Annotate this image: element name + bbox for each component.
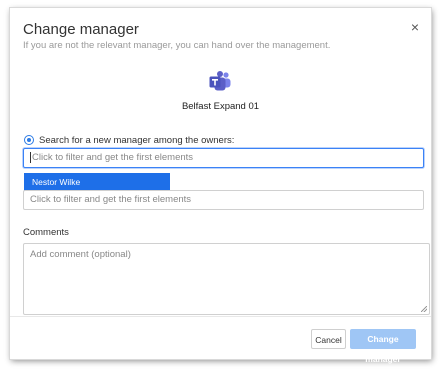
second-search-input[interactable]: Click to filter and get the first elemen… [23, 190, 424, 210]
search-owners-radio[interactable] [24, 135, 34, 145]
dialog-subtitle: If you are not the relevant manager, you… [23, 40, 331, 51]
change-manager-dialog: Change manager If you are not the releva… [10, 8, 431, 364]
dialog-title: Change manager [23, 21, 139, 38]
window-frame: Change manager If you are not the releva… [0, 0, 440, 369]
dropdown-option-nestor-wilke[interactable]: Nestor Wilke (NestorW@myidecsi.com) [24, 173, 170, 205]
owner-search-input[interactable]: Click to filter and get the first elemen… [23, 148, 424, 168]
comments-placeholder: Add comment (optional) [30, 249, 131, 260]
team-name: Belfast Expand 01 [181, 101, 260, 112]
owner-search-placeholder: Click to filter and get the first elemen… [32, 152, 194, 163]
comments-textarea[interactable]: Add comment (optional) [23, 243, 430, 315]
second-search-placeholder: Click to filter and get the first elemen… [30, 194, 192, 205]
close-icon[interactable]: × [411, 20, 419, 34]
microsoft-teams-icon [209, 71, 231, 91]
change-manager-button[interactable]: Change manager [350, 329, 416, 364]
text-caret [30, 151, 31, 163]
search-owners-label: Search for a new manager among the owner… [39, 135, 235, 146]
footer-divider [10, 316, 431, 317]
comments-label: Comments [23, 227, 69, 238]
cancel-button[interactable]: Cancel [311, 329, 346, 349]
resize-handle-icon[interactable] [421, 306, 427, 312]
